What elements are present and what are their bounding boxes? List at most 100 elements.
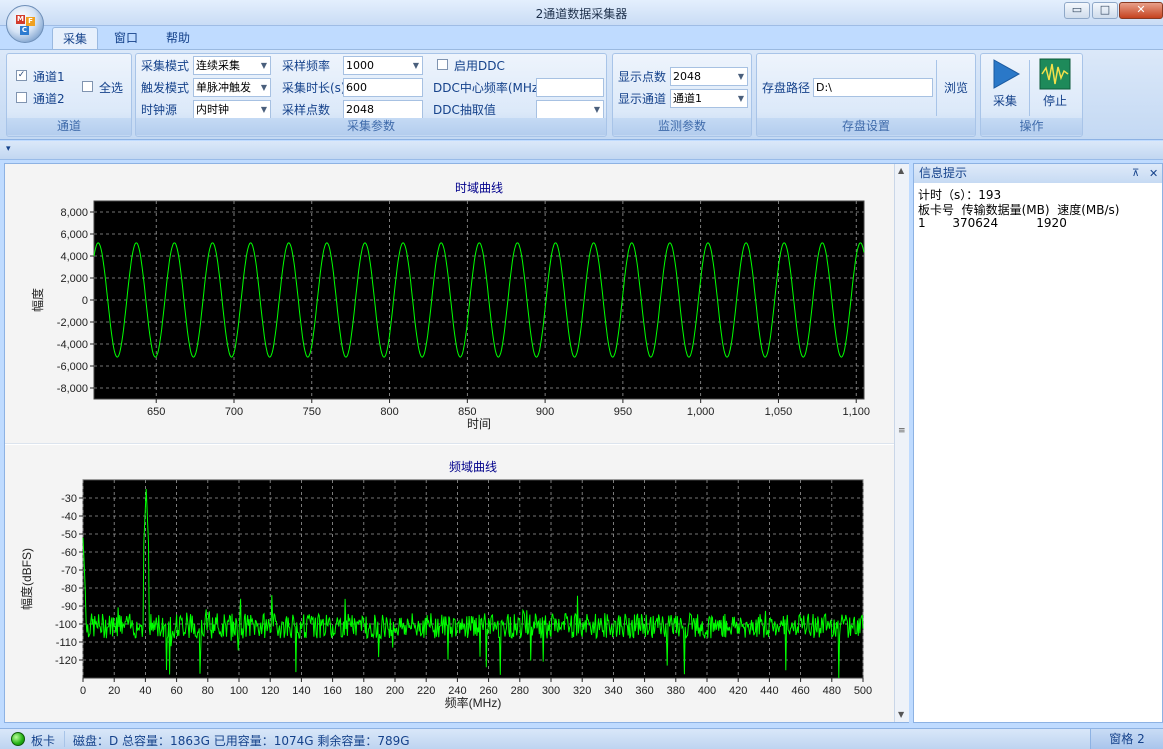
display-channel-select[interactable]: 通道1 ▼ <box>670 89 748 108</box>
time-y-tick-label: 6,000 <box>60 229 88 241</box>
storage-path-input[interactable]: D:\ <box>813 78 933 97</box>
time-y-tick-label: 8,000 <box>60 207 88 219</box>
time-x-tick-label: 650 <box>147 406 165 418</box>
channel2-label: 通道2 <box>33 92 65 106</box>
freq-y-tick-label: -40 <box>61 511 77 523</box>
freq-x-tick-label: 180 <box>355 685 373 697</box>
channel1-checkbox[interactable]: ✓ <box>16 70 27 81</box>
clock-source-value: 内时钟 <box>196 103 229 116</box>
operation-group-label: 操作 <box>981 118 1082 135</box>
acq-mode-label: 采集模式 <box>141 59 190 73</box>
acquisition-params-group: 采集模式 连续采集 ▼ 触发模式 单脉冲触发 ▼ 时钟源 内时钟 ▼ 采样频率 100… <box>135 53 607 137</box>
freq-y-tick-label: -90 <box>61 601 77 613</box>
freq-x-tick-label: 460 <box>791 685 809 697</box>
ddc-freq-label: DDC中心频率(MHz) <box>433 81 543 95</box>
time-x-tick-label: 1,050 <box>765 406 793 418</box>
operation-group: 采集 停止 操作 <box>980 53 1083 137</box>
time-y-tick-label: 0 <box>82 295 88 307</box>
ddc-decimation-select[interactable]: ▼ <box>536 100 604 119</box>
freq-x-tick-label: 400 <box>698 685 716 697</box>
card-status-label: 板卡 <box>31 734 56 748</box>
time-x-tick-label: 950 <box>614 406 632 418</box>
sample-points-input[interactable]: 2048 <box>343 100 423 119</box>
display-points-value: 2048 <box>673 70 701 83</box>
freq-x-tick-label: 20 <box>108 685 120 697</box>
freq-x-tick-label: 380 <box>667 685 685 697</box>
time-chart-title: 时域曲线 <box>455 181 503 195</box>
duration-label: 采集时长(s) <box>282 81 346 95</box>
chevron-down-icon: ▼ <box>260 105 267 114</box>
time-x-tick-label: 1,100 <box>842 406 870 418</box>
freq-x-tick-label: 120 <box>261 685 279 697</box>
sample-rate-select[interactable]: 1000 ▼ <box>343 56 423 75</box>
time-x-tick-label: 900 <box>536 406 554 418</box>
card-status-icon <box>11 732 25 746</box>
pane-indicator[interactable]: 窗格 2 <box>1090 729 1163 749</box>
time-y-tick-label: -8,000 <box>57 383 88 395</box>
freq-y-tick-label: -60 <box>61 547 77 559</box>
storage-path-label: 存盘路径 <box>762 81 811 95</box>
close-icon[interactable]: ✕ <box>1149 164 1158 183</box>
sample-points-label: 采样点数 <box>282 103 331 117</box>
time-x-tick-label: 800 <box>380 406 398 418</box>
time-y-tick-label: -6,000 <box>57 361 88 373</box>
freq-y-tick-label: -70 <box>61 565 77 577</box>
pin-icon[interactable]: ⊼ <box>1132 164 1139 183</box>
freq-x-tick-label: 200 <box>386 685 404 697</box>
trigger-mode-select[interactable]: 单脉冲触发 ▼ <box>193 78 271 97</box>
ddc-enable-checkbox[interactable] <box>437 59 448 70</box>
duration-input[interactable]: 600 <box>343 78 423 97</box>
freq-y-tick-label: -30 <box>61 493 77 505</box>
freq-chart-title: 频域曲线 <box>449 460 497 474</box>
acquire-label: 采集 <box>993 94 1018 108</box>
quick-access-bar: ▾ <box>0 141 1163 160</box>
monitor-params-label: 监测参数 <box>613 118 751 135</box>
stop-button[interactable]: 停止 <box>1034 56 1078 112</box>
clock-source-select[interactable]: 内时钟 ▼ <box>193 100 271 119</box>
freq-x-tick-label: 140 <box>292 685 310 697</box>
time-y-tick-label: -4,000 <box>57 339 88 351</box>
time-x-axis-label: 时间 <box>467 417 491 431</box>
scroll-down-icon[interactable]: ▼ <box>898 710 904 719</box>
acquire-button[interactable]: 采集 <box>986 56 1026 112</box>
vertical-scrollbar[interactable]: ▲ ≡ ▼ <box>894 164 909 722</box>
ddc-freq-input[interactable] <box>536 78 604 97</box>
tab-help[interactable]: 帮助 <box>156 27 200 49</box>
scroll-up-icon[interactable]: ▲ <box>898 166 904 175</box>
ddc-decimation-label: DDC抽取值 <box>433 103 496 117</box>
customize-toolbar-icon[interactable]: ▾ <box>6 144 11 154</box>
tab-acquire[interactable]: 采集 <box>52 27 99 49</box>
display-channel-value: 通道1 <box>673 92 702 105</box>
freq-x-tick-label: 160 <box>323 685 341 697</box>
status-bar: 板卡 磁盘：D 总容量：1863G 已用容量：1074G 剩余容量：789G 窗… <box>0 728 1163 749</box>
close-button[interactable]: ✕ <box>1119 2 1163 19</box>
channel-group: ✓ 通道1 通道2 全选 通道 <box>6 53 132 137</box>
display-points-select[interactable]: 2048 ▼ <box>670 67 748 86</box>
freq-x-tick-label: 320 <box>573 685 591 697</box>
select-all-checkbox[interactable] <box>82 81 93 92</box>
select-all-label: 全选 <box>99 81 124 95</box>
acq-mode-value: 连续采集 <box>196 59 240 72</box>
acq-mode-select[interactable]: 连续采集 ▼ <box>193 56 271 75</box>
charts-canvas: 时域曲线650 700 750 800 850 900 950 1,000 1,050 1,100… <box>5 164 894 722</box>
browse-button[interactable]: 浏览 <box>944 79 968 96</box>
freq-y-tick-label: -80 <box>61 583 77 595</box>
maximize-button[interactable]: □ <box>1092 2 1118 19</box>
scroll-grip-icon[interactable]: ≡ <box>898 426 906 436</box>
channel2-checkbox[interactable] <box>16 92 27 103</box>
freq-y-tick-label: -110 <box>56 637 77 649</box>
freq-x-tick-label: 480 <box>823 685 841 697</box>
monitor-params-group: 显示点数 2048 ▼ 显示通道 通道1 ▼ 监测参数 <box>612 53 752 137</box>
minimize-button[interactable]: ▭ <box>1064 2 1090 19</box>
freq-x-tick-label: 440 <box>760 685 778 697</box>
time-y-axis-label: 幅度 <box>30 288 45 312</box>
app-menu-button[interactable]: M F C <box>6 5 44 43</box>
freq-x-tick-label: 100 <box>230 685 248 697</box>
chevron-down-icon: ▼ <box>260 61 267 70</box>
info-panel: 信息提示 ⊼ ✕ 计时（s）：193 板卡号 传输数据量(MB) 速度(MB/s… <box>913 163 1163 723</box>
tab-window[interactable]: 窗口 <box>104 27 148 49</box>
freq-y-tick-label: -100 <box>55 619 77 631</box>
freq-y-tick-label: -120 <box>55 655 77 667</box>
sample-rate-label: 采样频率 <box>282 59 331 73</box>
freq-x-tick-label: 300 <box>542 685 560 697</box>
